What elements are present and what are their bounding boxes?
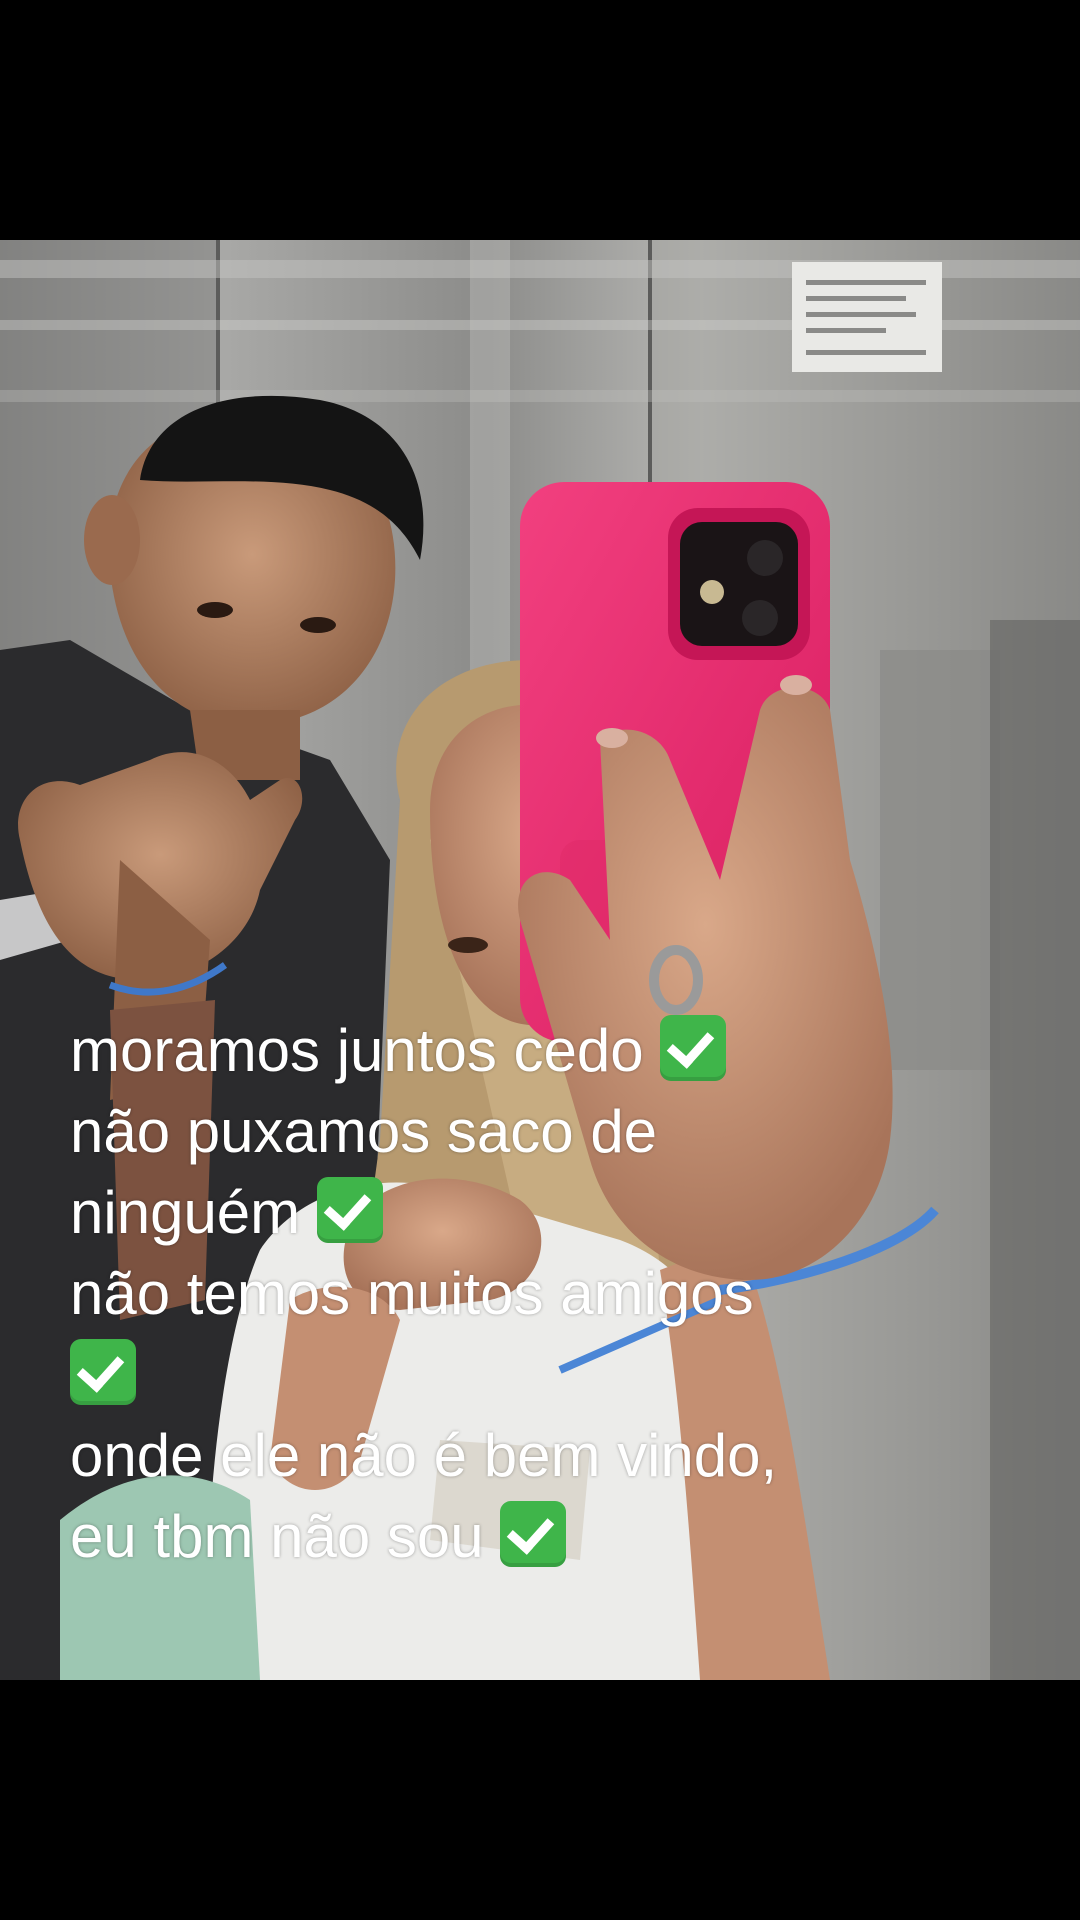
overlay-caption: moramos juntos cedo não puxamos saco de … [70, 1010, 1030, 1577]
caption-line-4: não temos muitos amigos [70, 1260, 754, 1327]
caption-line-6: onde ele não é bem vindo, [70, 1422, 778, 1489]
caption-line-5 [70, 1334, 1030, 1415]
caption-line-3: ninguém [70, 1172, 1030, 1253]
caption-line-1: moramos juntos cedo [70, 1010, 1030, 1091]
check-mark-button-icon [500, 1501, 567, 1567]
caption-line-2: não puxamos saco de [70, 1098, 658, 1165]
check-mark-button-icon [660, 1015, 727, 1081]
check-mark-button-icon [70, 1339, 136, 1405]
video-frame: moramos juntos cedo não puxamos saco de … [0, 0, 1080, 1920]
caption-line-7: eu tbm não sou [70, 1496, 1030, 1577]
check-mark-button-icon [316, 1177, 383, 1243]
